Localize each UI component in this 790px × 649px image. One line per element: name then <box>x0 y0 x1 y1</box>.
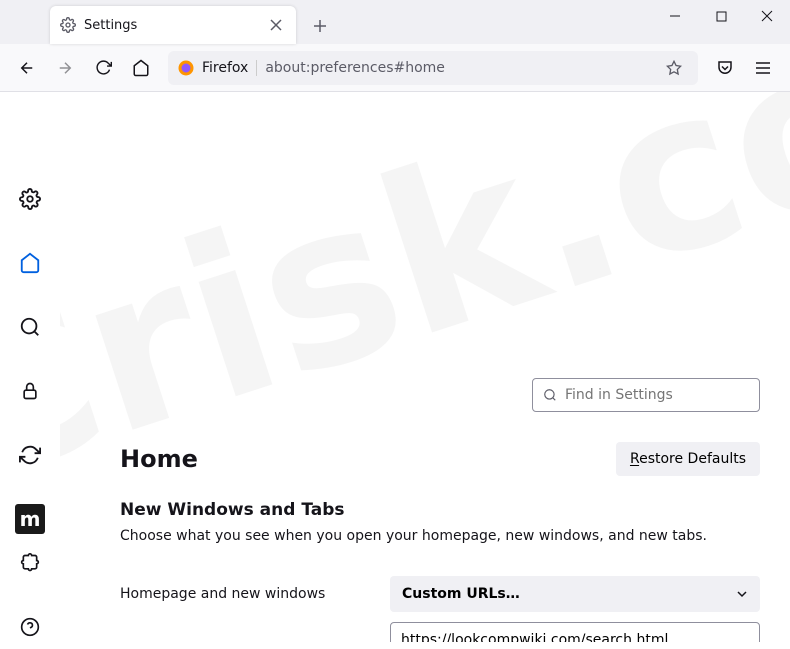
pocket-icon[interactable] <box>708 51 742 85</box>
sidebar-item-home[interactable] <box>8 241 52 285</box>
gear-icon <box>60 17 76 33</box>
urlbar-text: about:preferences#home <box>265 60 652 76</box>
search-icon <box>543 388 557 402</box>
sidebar-item-more[interactable]: m <box>8 497 52 541</box>
tab-title: Settings <box>84 18 258 33</box>
menu-icon[interactable] <box>746 51 780 85</box>
homepage-label: Homepage and new windows <box>120 586 370 602</box>
firefox-icon <box>178 60 194 76</box>
homepage-url-input[interactable] <box>390 622 760 642</box>
titlebar: Settings <box>0 0 790 44</box>
close-icon[interactable] <box>266 15 286 35</box>
minimize-button[interactable] <box>652 0 698 32</box>
main-panel: PCrisk.com Home Restore Defaults New Win… <box>60 92 790 642</box>
sidebar: m <box>0 92 60 642</box>
section-new-windows-desc: Choose what you see when you open your h… <box>120 528 760 544</box>
watermark: PCrisk.com <box>96 92 784 471</box>
star-icon[interactable] <box>660 54 688 82</box>
homepage-select-value: Custom URLs… <box>402 586 520 602</box>
url-bar[interactable]: Firefox about:preferences#home <box>168 51 698 85</box>
sidebar-item-sync[interactable] <box>8 433 52 477</box>
settings-search-input[interactable] <box>565 387 749 403</box>
forward-button[interactable] <box>48 51 82 85</box>
maximize-button[interactable] <box>698 0 744 32</box>
section-new-windows-title: New Windows and Tabs <box>120 500 760 520</box>
browser-tab[interactable]: Settings <box>50 6 296 44</box>
page-title: Home <box>120 445 198 473</box>
window-controls <box>652 0 790 44</box>
sidebar-item-extensions[interactable] <box>8 541 52 585</box>
homepage-select[interactable]: Custom URLs… <box>390 576 760 612</box>
home-button[interactable] <box>124 51 158 85</box>
back-button[interactable] <box>10 51 44 85</box>
sidebar-item-help[interactable] <box>8 605 52 649</box>
chevron-down-icon <box>736 588 748 600</box>
content-area: m PCrisk.com Home Restore Defaults New W… <box>0 92 790 642</box>
sidebar-item-search[interactable] <box>8 305 52 349</box>
sidebar-item-privacy[interactable] <box>8 369 52 413</box>
reload-button[interactable] <box>86 51 120 85</box>
new-tab-button[interactable] <box>304 10 336 42</box>
close-window-button[interactable] <box>744 0 790 32</box>
extension-m-icon: m <box>15 504 45 534</box>
sidebar-item-general[interactable] <box>8 177 52 221</box>
restore-defaults-button[interactable]: Restore Defaults <box>616 442 760 476</box>
settings-search[interactable] <box>532 378 760 412</box>
toolbar: Firefox about:preferences#home <box>0 44 790 92</box>
urlbar-identity: Firefox <box>202 60 257 76</box>
